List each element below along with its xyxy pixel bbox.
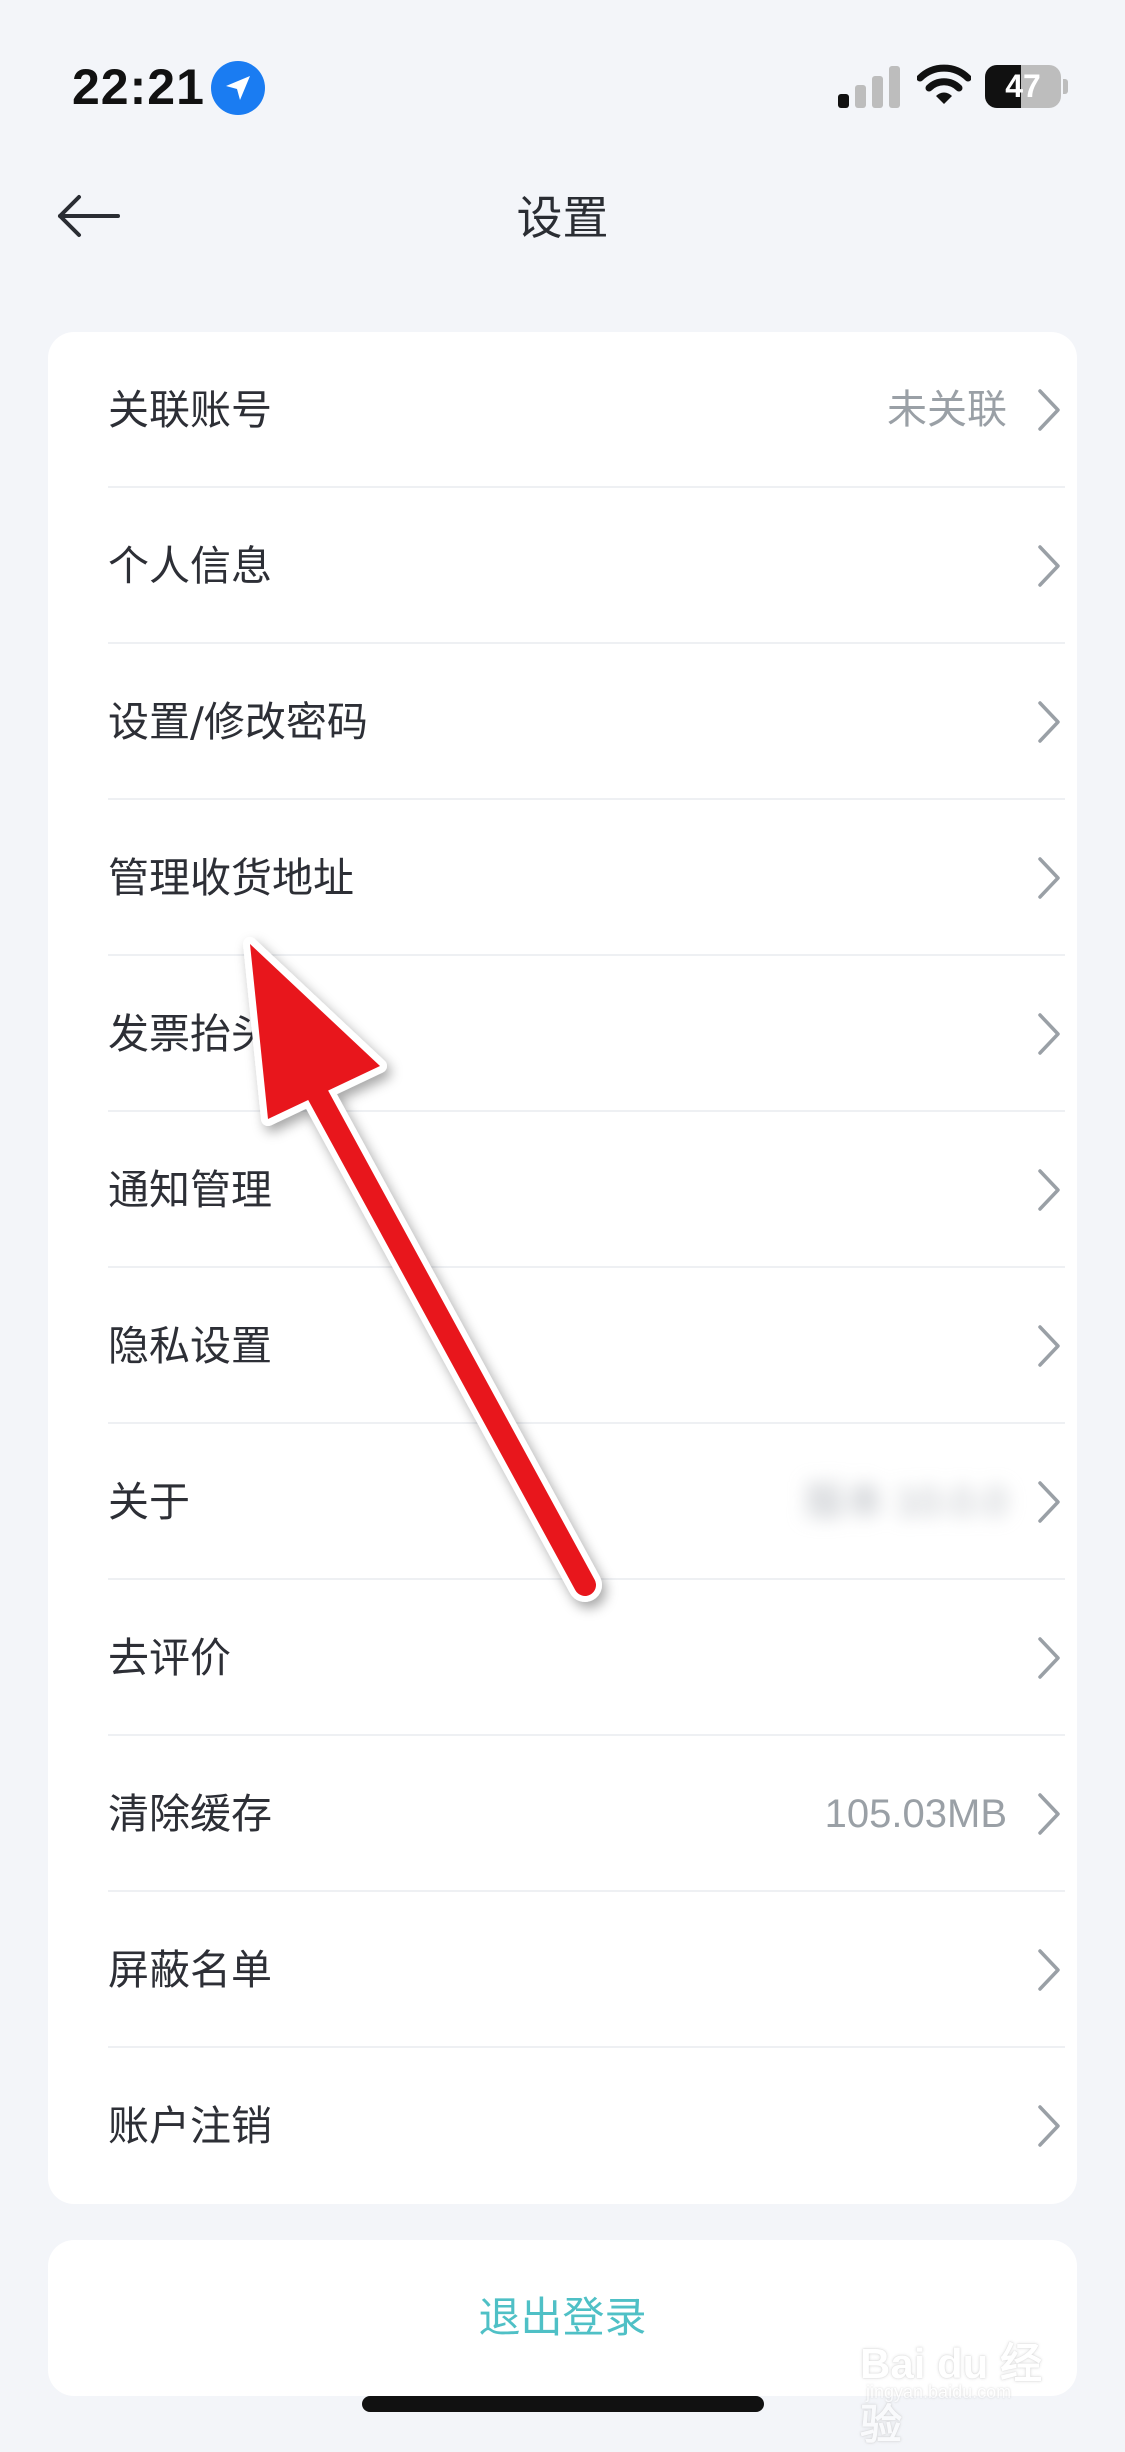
chevron-right-icon (1038, 1481, 1060, 1523)
chevron-right-icon (1038, 1637, 1060, 1679)
settings-row-label: 通知管理 (108, 1166, 272, 1214)
settings-row[interactable]: 账户注销 (108, 2048, 1065, 2204)
settings-row-label: 发票抬头 (108, 1010, 272, 1058)
baidu-jingyan-watermark: Bai du 经验 jingyan.baidu.com (860, 2330, 1070, 2448)
settings-row[interactable]: 关联账号 未关联 (108, 332, 1065, 488)
settings-row-label: 清除缓存 (108, 1790, 272, 1838)
chevron-right-icon (1038, 857, 1060, 899)
chevron-right-icon (1038, 701, 1060, 743)
status-bar: 22:21 47 (0, 0, 1125, 150)
battery-icon: 47 (985, 65, 1068, 108)
chevron-right-icon (1038, 1013, 1060, 1055)
settings-row[interactable]: 隐私设置 (108, 1268, 1065, 1424)
settings-row-label: 屏蔽名单 (108, 1946, 272, 1994)
settings-row-label: 关于 (108, 1478, 190, 1526)
chevron-right-icon (1038, 1169, 1060, 1211)
nav-header: 设置 (0, 160, 1125, 270)
chevron-right-icon (1038, 2105, 1060, 2147)
chevron-right-icon (1038, 389, 1060, 431)
cellular-signal-icon (838, 66, 902, 108)
wifi-icon (916, 64, 972, 106)
chevron-right-icon (1038, 1793, 1060, 1835)
chevron-right-icon (1038, 1325, 1060, 1367)
settings-row-label: 去评价 (108, 1634, 231, 1682)
settings-row[interactable]: 发票抬头 (108, 956, 1065, 1112)
location-arrow-icon (211, 61, 265, 115)
battery-cap (1063, 79, 1068, 94)
settings-row-value: 未关联 (887, 388, 1007, 432)
settings-row-label: 管理收货地址 (108, 854, 354, 902)
battery-percentage: 47 (1005, 68, 1041, 104)
settings-row-label: 隐私设置 (108, 1322, 272, 1370)
settings-row-label: 关联账号 (108, 386, 272, 434)
settings-row-value: 版本 10.0.0 (804, 1480, 1007, 1524)
settings-row[interactable]: 关于 版本 10.0.0 (108, 1424, 1065, 1580)
settings-row-label: 账户注销 (108, 2102, 272, 2150)
watermark-url: jingyan.baidu.com (866, 2382, 1012, 2402)
settings-row[interactable]: 屏蔽名单 (108, 1892, 1065, 2048)
chevron-right-icon (1038, 545, 1060, 587)
home-indicator[interactable] (362, 2396, 764, 2412)
settings-row-label: 设置/修改密码 (108, 698, 368, 746)
page-title: 设置 (516, 191, 609, 245)
chevron-right-icon (1038, 1949, 1060, 1991)
status-time: 22:21 (72, 59, 205, 115)
settings-row[interactable]: 通知管理 (108, 1112, 1065, 1268)
settings-list: 关联账号 未关联个人信息设置/修改密码 管理收货地址 发票抬头通知管理隐私设置关于 版本… (48, 332, 1077, 2204)
settings-row[interactable]: 清除缓存 105.03MB (108, 1736, 1065, 1892)
settings-row[interactable]: 设置/修改密码 (108, 644, 1065, 800)
settings-row-value: 105.03MB (824, 1792, 1007, 1836)
settings-row[interactable]: 个人信息 (108, 488, 1065, 644)
settings-row-label: 个人信息 (108, 542, 272, 590)
settings-row[interactable]: 管理收货地址 (108, 800, 1065, 956)
settings-row[interactable]: 去评价 (108, 1580, 1065, 1736)
